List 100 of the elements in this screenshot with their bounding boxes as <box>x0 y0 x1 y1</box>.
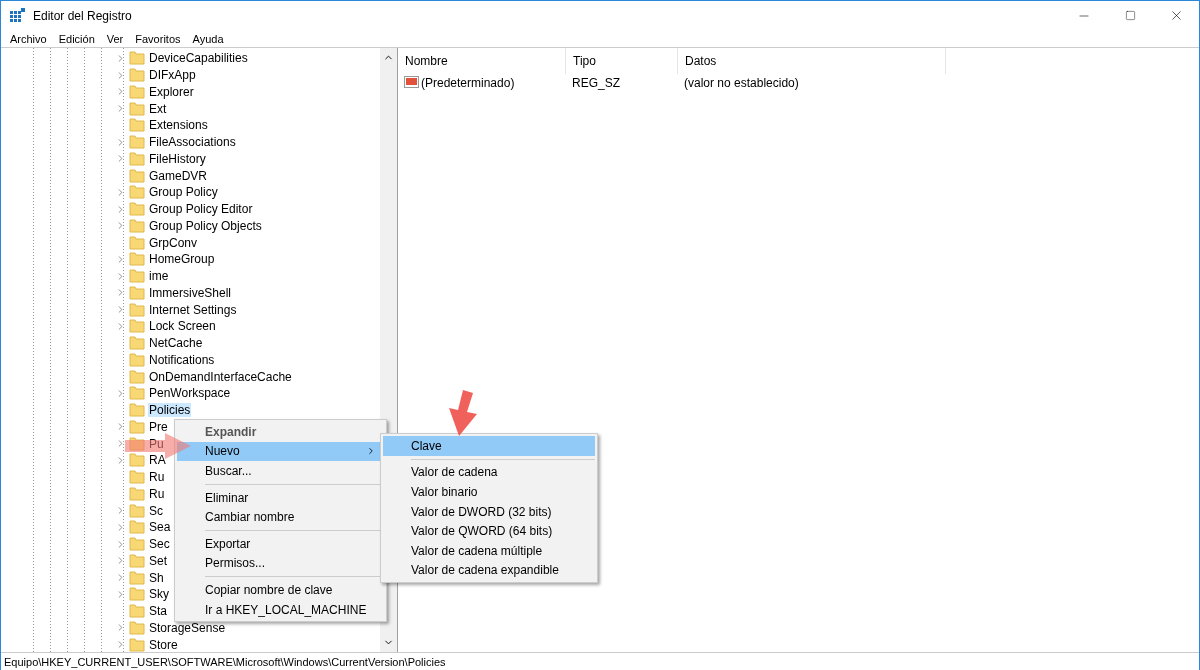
menu-bar-item[interactable]: Archivo <box>4 32 53 45</box>
column-header[interactable]: Nombre <box>398 48 566 74</box>
status-bar: Equipo\HKEY_CURRENT_USER\SOFTWARE\Microsoft\Windows\CurrentVersion\Policies <box>1 652 1199 670</box>
folder-icon <box>129 135 145 150</box>
tree-item[interactable]: Policies <box>148 403 192 418</box>
tree-item[interactable]: Sec <box>148 537 171 552</box>
folder-icon <box>129 118 145 133</box>
folder-icon <box>129 620 145 635</box>
menu-item[interactable]: Ir a HKEY_LOCAL_MACHINE <box>177 599 384 620</box>
tree-item[interactable]: Group Policy <box>148 185 219 200</box>
table-cell: REG_SZ <box>572 75 620 90</box>
tree-item[interactable]: ime <box>148 269 170 284</box>
folder-icon <box>129 218 145 233</box>
menu-item[interactable]: Clave <box>383 436 595 456</box>
tree-item[interactable]: Sh <box>148 570 165 585</box>
menu-item[interactable]: Permisos... <box>177 553 384 574</box>
window-title: Editor del Registro <box>33 8 133 23</box>
folder-icon <box>129 587 145 602</box>
tree-item[interactable]: Extensions <box>148 118 209 133</box>
folder-icon <box>129 51 145 66</box>
folder-icon <box>129 319 145 334</box>
tree-item[interactable]: OnDemandInterfaceCache <box>148 369 293 384</box>
tree-item[interactable]: Explorer <box>148 84 195 99</box>
menu-item[interactable]: Valor de QWORD (64 bits) <box>383 521 595 541</box>
folder-icon <box>129 302 145 317</box>
column-header[interactable]: Tipo <box>566 48 678 74</box>
tree-item[interactable]: Sta <box>148 604 168 619</box>
folder-icon <box>129 570 145 585</box>
tree-item[interactable]: Notifications <box>148 352 216 367</box>
tree-item[interactable]: ImmersiveShell <box>148 285 233 300</box>
tree-item[interactable]: Lock Screen <box>148 319 217 334</box>
tree-item[interactable]: PenWorkspace <box>148 386 232 401</box>
menu-item[interactable]: Valor de cadena <box>383 462 595 483</box>
folder-icon <box>129 537 145 552</box>
tree-item[interactable]: Ru <box>148 470 166 485</box>
tree-item[interactable]: Ext <box>148 101 168 116</box>
folder-icon <box>129 403 145 418</box>
menu-item[interactable]: Valor de DWORD (32 bits) <box>383 501 595 522</box>
folder-icon <box>129 269 145 284</box>
folder-icon <box>129 285 145 300</box>
tree-item[interactable]: FileAssociations <box>148 135 237 150</box>
menu-item[interactable]: Expandir <box>177 422 384 442</box>
menu-item[interactable]: Valor de cadena múltiple <box>383 540 595 561</box>
tree-item[interactable]: DeviceCapabilities <box>148 51 249 66</box>
menu-item[interactable]: Valor de cadena expandible <box>383 560 595 581</box>
folder-icon <box>129 470 145 485</box>
menu-item[interactable]: Buscar... <box>177 461 384 481</box>
tree-item[interactable]: Pu <box>148 436 165 451</box>
folder-icon <box>129 486 145 501</box>
tree-item[interactable]: Set <box>148 553 168 568</box>
tree-item[interactable]: Ru <box>148 486 166 501</box>
tree-item[interactable]: Pre <box>148 419 169 434</box>
folder-icon <box>129 503 145 518</box>
tree-item[interactable]: GameDVR <box>148 168 208 183</box>
tree-item[interactable]: RA <box>148 453 167 468</box>
registry-icon <box>9 7 25 24</box>
maximize-icon[interactable] <box>1124 10 1136 21</box>
tree-item[interactable]: DIFxApp <box>148 68 197 83</box>
folder-icon <box>129 336 145 351</box>
folder-icon <box>129 84 145 99</box>
tree-item[interactable]: StorageSense <box>148 620 227 635</box>
folder-icon <box>129 101 145 116</box>
folder-icon <box>129 151 145 166</box>
column-header[interactable]: Datos <box>678 48 946 74</box>
menu-item[interactable]: Eliminar <box>177 487 384 508</box>
folder-icon <box>129 252 145 267</box>
folder-icon <box>129 369 145 384</box>
menu-item[interactable]: Exportar <box>177 533 384 554</box>
folder-icon <box>129 168 145 183</box>
folder-icon <box>129 235 145 250</box>
tree-item[interactable]: Sky <box>148 587 170 602</box>
tree-item[interactable]: Group Policy Objects <box>148 218 263 233</box>
folder-icon <box>129 604 145 619</box>
folder-icon <box>129 520 145 535</box>
menu-bar-item[interactable]: Favoritos <box>129 32 187 45</box>
tree-item[interactable]: NetCache <box>148 336 204 351</box>
folder-icon <box>129 436 145 451</box>
folder-icon <box>129 553 145 568</box>
tree-item[interactable]: Sc <box>148 503 164 518</box>
menu-bar-item[interactable]: Ayuda <box>186 32 230 45</box>
tree-item[interactable]: Internet Settings <box>148 302 238 317</box>
string-value-icon <box>404 75 419 90</box>
folder-icon <box>129 453 145 468</box>
menu-item[interactable]: Copiar nombre de clave <box>177 580 384 600</box>
tree-item[interactable]: HomeGroup <box>148 252 216 267</box>
menu-item[interactable]: Valor binario <box>383 482 595 502</box>
menu-item[interactable]: Cambiar nombre <box>177 507 384 527</box>
tree-item[interactable]: GrpConv <box>148 235 199 250</box>
folder-icon <box>129 202 145 217</box>
tree-item[interactable]: Sea <box>148 520 172 535</box>
menu-bar-item[interactable]: Edición <box>52 32 101 45</box>
tree-item[interactable]: Store <box>148 637 179 652</box>
folder-icon <box>129 68 145 83</box>
tree-item[interactable]: Group Policy Editor <box>148 202 254 217</box>
folder-icon <box>129 386 145 401</box>
tree-item[interactable]: FileHistory <box>148 151 207 166</box>
table-cell: (valor no establecido) <box>684 75 799 90</box>
chevron-right-icon <box>366 446 376 457</box>
menu-bar-item[interactable]: Ver <box>100 32 130 45</box>
folder-icon <box>129 185 145 200</box>
